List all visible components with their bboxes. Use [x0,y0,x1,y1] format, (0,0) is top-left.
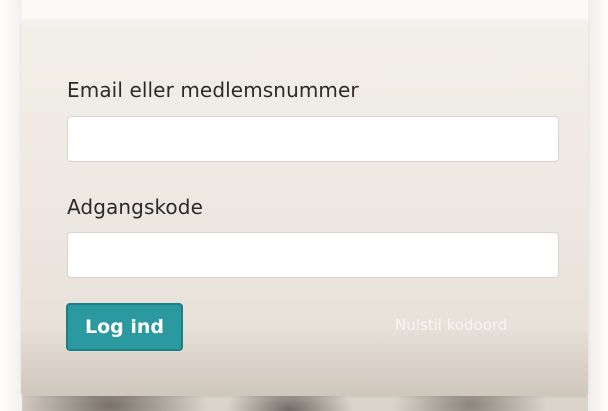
password-label: Adgangskode [67,195,203,219]
password-field[interactable] [67,232,559,278]
email-field[interactable] [67,116,559,162]
left-margin [0,0,22,411]
login-button[interactable]: Log ind [66,303,183,351]
email-label: Email eller medlemsnummer [67,78,359,102]
reset-password-link[interactable]: Nulstil kodoord [395,316,507,334]
login-card: Email eller medlemsnummer Adgangskode Lo… [21,20,588,396]
right-margin [588,0,608,411]
